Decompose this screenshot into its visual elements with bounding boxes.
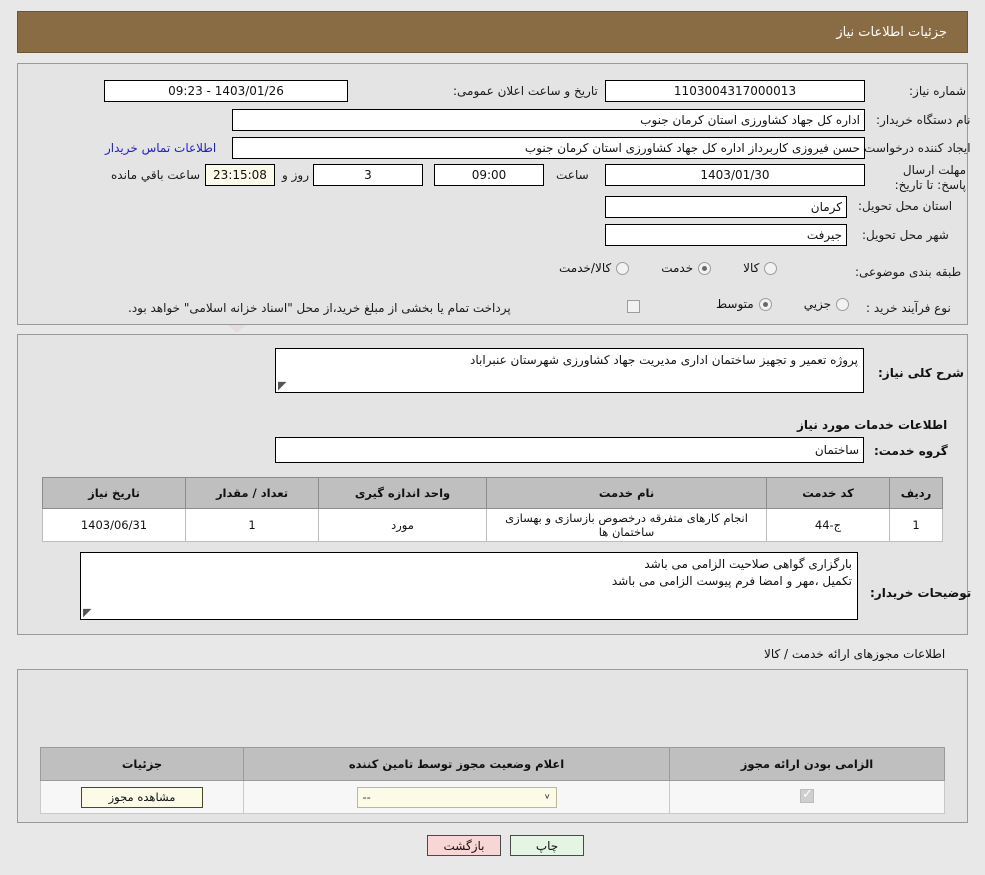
services-cell: 1 bbox=[185, 508, 319, 542]
subject-category-option-0[interactable]: کالا bbox=[743, 261, 778, 275]
view-permit-button[interactable]: مشاهده مجوز bbox=[81, 786, 203, 808]
subject-category-option-1[interactable]: خدمت bbox=[661, 261, 712, 275]
subject-category-label: طبقه بندی موضوعی: bbox=[855, 265, 962, 279]
delivery-province-label: استان محل تحویل: bbox=[858, 199, 953, 213]
permits-header-cell: اعلام وضعیت مجوز توسط تامین کننده bbox=[243, 747, 670, 781]
resize-grip-icon[interactable]: ◥ bbox=[278, 379, 290, 392]
service-group-label: گروه خدمت: bbox=[874, 444, 948, 458]
buyer-notes-line: بارگزاری گواهی صلاحیت الزامی می باشد bbox=[644, 557, 852, 571]
print-button[interactable]: چاپ bbox=[510, 835, 584, 856]
purchase-process-label-1: متوسط bbox=[716, 297, 754, 311]
need-summary-text: پروژه تعمیر و تجهیز ساختمان اداری مدیریت… bbox=[470, 353, 858, 367]
page-header-bar: جزئیات اطلاعات نیاز bbox=[17, 11, 968, 53]
buyer-org-label: نام دستگاه خریدار: bbox=[876, 113, 971, 127]
services-cell: انجام کارهای متفرقه درخصوص بازسازی و بهس… bbox=[486, 508, 767, 542]
permits-table-header-row: الزامی بودن ارائه مجوز اعلام وضعیت مجوز ت… bbox=[40, 747, 945, 781]
request-creator-value: حسن فیروزی کاربرداز اداره کل جهاد کشاورز… bbox=[232, 137, 865, 159]
permits-table-body: ∨ -- مشاهده مجوز bbox=[40, 780, 945, 814]
treasury-bond-checkbox[interactable] bbox=[627, 300, 640, 313]
purchase-process-option-1[interactable]: متوسط bbox=[716, 297, 772, 311]
services-table-header-row: ردیف کد خدمت نام خدمت واحد اندازه گیری تعداد… bbox=[42, 477, 943, 509]
delivery-city-label: شهر محل تحویل: bbox=[862, 228, 949, 242]
subject-category-label-2: کالا/خدمت bbox=[559, 261, 612, 275]
permit-status-cell: ∨ -- bbox=[243, 780, 670, 814]
need-number-label: شماره نیاز: bbox=[909, 84, 966, 98]
page-title: جزئیات اطلاعات نیاز bbox=[836, 24, 947, 40]
announcement-date-label: تاریخ و ساعت اعلان عمومی: bbox=[453, 84, 598, 98]
buyer-notes-text: بارگزاری گواهی صلاحیت الزامی می باشد تکمی… bbox=[86, 556, 852, 590]
request-creator-label: ایجاد کننده درخواست: bbox=[860, 141, 971, 155]
chevron-down-icon: ∨ bbox=[543, 793, 551, 801]
permits-section-caption: اطلاعات مجوزهای ارائه خدمت / کالا bbox=[764, 647, 946, 661]
permit-details-cell: مشاهده مجوز bbox=[40, 780, 244, 814]
buyer-org-value: اداره کل جهاد کشاورزی استان کرمان جنوب bbox=[232, 109, 865, 131]
permits-header-cell: الزامی بودن ارائه مجوز bbox=[669, 747, 945, 781]
subject-category-radio-0[interactable] bbox=[764, 261, 778, 275]
purchase-process-radio-0[interactable] bbox=[836, 297, 850, 311]
remaining-days-label: روز و bbox=[282, 168, 309, 182]
page-root: AriaTender.net جزئیات اطلاعات نیاز شماره… bbox=[0, 0, 985, 875]
purchase-process-label-0: جزیي bbox=[803, 297, 832, 311]
subject-category-label-1: خدمت bbox=[661, 261, 694, 275]
permits-table: الزامی بودن ارائه مجوز اعلام وضعیت مجوز ت… bbox=[40, 747, 945, 814]
permits-header-cell: جزئیات bbox=[40, 747, 244, 781]
purchase-process-label: نوع فرآیند خرید : bbox=[866, 301, 951, 315]
services-cell: ج-44 bbox=[766, 508, 890, 542]
buyer-contact-link[interactable]: اطلاعات تماس خریدار bbox=[105, 141, 216, 155]
services-header-cell: واحد اندازه گیری bbox=[318, 477, 487, 509]
treasury-bond-note: پرداخت تمام یا بخشی از مبلغ خرید،از محل … bbox=[128, 301, 511, 315]
services-section-caption: اطلاعات خدمات مورد نیاز bbox=[797, 418, 948, 432]
services-cell: 1403/06/31 bbox=[42, 508, 186, 542]
subject-category-radio-1[interactable] bbox=[698, 261, 712, 275]
back-button[interactable]: بازگشت bbox=[427, 835, 501, 856]
subject-category-option-2[interactable]: کالا/خدمت bbox=[559, 261, 630, 275]
permit-required-checkbox[interactable] bbox=[800, 787, 814, 803]
delivery-province-value: کرمان bbox=[605, 196, 847, 218]
buyer-notes-textarea[interactable]: بارگزاری گواهی صلاحیت الزامی می باشد تکمی… bbox=[80, 552, 858, 620]
table-row: 1 ج-44 انجام کارهای متفرقه درخصوص بازسازی … bbox=[42, 508, 943, 542]
need-summary-textarea[interactable]: پروژه تعمیر و تجهیز ساختمان اداری مدیریت… bbox=[275, 348, 864, 393]
services-header-cell: نام خدمت bbox=[486, 477, 767, 509]
purchase-process-radio-group[interactable]: جزیي متوسط bbox=[690, 297, 850, 311]
services-header-cell: تاریخ نیاز bbox=[42, 477, 186, 509]
announcement-date-value: 1403/01/26 - 09:23 bbox=[104, 80, 348, 102]
need-number-value: 1103004317000013 bbox=[605, 80, 865, 102]
resize-grip-icon-2[interactable]: ◥ bbox=[83, 606, 95, 619]
remaining-days-value: 3 bbox=[313, 164, 423, 186]
services-table: ردیف کد خدمت نام خدمت واحد اندازه گیری تعداد… bbox=[42, 477, 943, 542]
buyer-notes-label: توضیحات خریدار: bbox=[870, 586, 972, 600]
permit-required-cell bbox=[669, 780, 945, 814]
purchase-process-option-0[interactable]: جزیي bbox=[803, 297, 850, 311]
delivery-city-value: جیرفت bbox=[605, 224, 847, 246]
need-summary-panel bbox=[17, 63, 968, 325]
services-header-cell: تعداد / مقدار bbox=[185, 477, 319, 509]
table-row: ∨ -- مشاهده مجوز bbox=[40, 780, 945, 814]
subject-category-radio-2[interactable] bbox=[616, 261, 630, 275]
services-cell: 1 bbox=[889, 508, 943, 542]
deadline-date-value: 1403/01/30 bbox=[605, 164, 865, 186]
deadline-time-value: 09:00 bbox=[434, 164, 544, 186]
services-cell: مورد bbox=[318, 508, 487, 542]
buyer-notes-line: تکمیل ،مهر و امضا فرم پیوست الزامی می با… bbox=[611, 574, 852, 588]
service-group-value: ساختمان bbox=[275, 437, 864, 463]
response-deadline-label: مهلت ارسال پاسخ: تا تاریخ: bbox=[894, 163, 966, 192]
services-table-body: 1 ج-44 انجام کارهای متفرقه درخصوص بازسازی … bbox=[42, 508, 943, 542]
purchase-process-radio-1[interactable] bbox=[758, 297, 772, 311]
need-summary-label: شرح کلی نیاز: bbox=[878, 366, 964, 380]
deadline-time-label: ساعت bbox=[556, 168, 589, 182]
subject-category-label-0: کالا bbox=[743, 261, 760, 275]
services-header-cell: ردیف bbox=[889, 477, 943, 509]
remaining-suffix-label: ساعت باقي مانده bbox=[111, 168, 201, 182]
subject-category-radio-group[interactable]: کالا خدمت کالا/خدمت bbox=[533, 261, 778, 275]
services-header-cell: کد خدمت bbox=[766, 477, 890, 509]
remaining-countdown-value: 23:15:08 bbox=[205, 164, 275, 186]
permit-status-value: -- bbox=[362, 790, 371, 804]
permit-status-select[interactable]: ∨ -- bbox=[356, 786, 557, 808]
